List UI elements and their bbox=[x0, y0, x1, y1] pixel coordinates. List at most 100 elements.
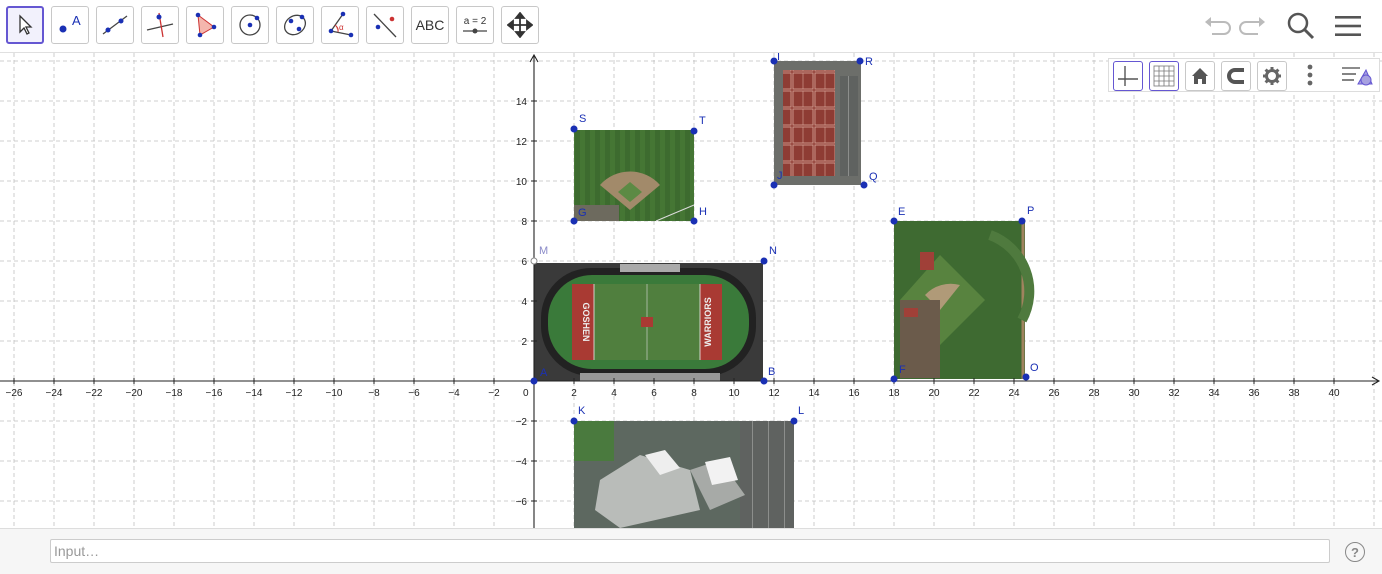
school-building-image[interactable] bbox=[574, 421, 794, 528]
main-menu-button[interactable] bbox=[1332, 10, 1364, 42]
text-tool-label: ABC bbox=[415, 17, 445, 33]
slider-tool-button[interactable]: a = 2 bbox=[456, 6, 494, 44]
ellipse-icon bbox=[283, 14, 307, 36]
undo-button[interactable] bbox=[1201, 10, 1233, 42]
point-s[interactable] bbox=[570, 125, 578, 133]
point-label-p: P bbox=[1027, 205, 1034, 217]
x-tick-label: −24 bbox=[46, 388, 63, 399]
coordinate-plane[interactable]: GOSHEN WARRIORS −26 −24 −22 −20 −18 −16 … bbox=[0, 53, 1382, 528]
x-tick-label: 30 bbox=[1128, 388, 1140, 399]
point-j[interactable] bbox=[770, 181, 778, 189]
point-label-s: S bbox=[579, 113, 586, 125]
point-tool-button[interactable]: A bbox=[51, 6, 89, 44]
search-icon bbox=[1287, 12, 1315, 40]
perpendicular-line-tool-button[interactable] bbox=[141, 6, 179, 44]
point-r[interactable] bbox=[856, 57, 864, 65]
polygon-tool-button[interactable] bbox=[186, 6, 224, 44]
point-e[interactable] bbox=[890, 217, 898, 225]
redo-button[interactable] bbox=[1237, 10, 1269, 42]
point-p[interactable] bbox=[1018, 217, 1026, 225]
angle-icon: α bbox=[328, 11, 354, 38]
point-capturing-button[interactable] bbox=[1221, 61, 1251, 91]
help-button[interactable]: ? bbox=[1345, 542, 1365, 562]
ellipse-tool-button[interactable] bbox=[276, 6, 314, 44]
axes-icon bbox=[1118, 66, 1138, 86]
y-tick-label: −6 bbox=[516, 497, 528, 508]
football-stadium-image[interactable]: GOSHEN WARRIORS bbox=[534, 263, 763, 381]
point-f[interactable] bbox=[890, 375, 898, 383]
y-tick-label: −4 bbox=[516, 457, 528, 468]
input-field[interactable] bbox=[50, 539, 1330, 563]
y-tick-label: 14 bbox=[516, 97, 528, 108]
x-tick-label: −2 bbox=[488, 388, 500, 399]
x-tick-label: 28 bbox=[1088, 388, 1100, 399]
settings-button[interactable] bbox=[1257, 61, 1287, 91]
point-o[interactable] bbox=[1022, 373, 1030, 381]
point-label-b: B bbox=[768, 366, 775, 378]
baseball-field-image[interactable] bbox=[574, 130, 695, 222]
point-k[interactable] bbox=[570, 417, 578, 425]
x-tick-label: 24 bbox=[1008, 388, 1020, 399]
style-bar-toggle-button[interactable] bbox=[1339, 59, 1375, 91]
style-bar-icon bbox=[1342, 67, 1373, 86]
point-label-l: L bbox=[798, 405, 804, 417]
move-tool-button[interactable] bbox=[6, 6, 44, 44]
x-tick-label: 20 bbox=[928, 388, 940, 399]
y-tick-label: −2 bbox=[516, 417, 528, 428]
y-tick-label: 8 bbox=[521, 217, 527, 228]
x-tick-label: −26 bbox=[6, 388, 23, 399]
point-t[interactable] bbox=[690, 127, 698, 135]
line-icon bbox=[102, 15, 128, 35]
point-label-e: E bbox=[898, 206, 905, 218]
x-tick-label: 14 bbox=[808, 388, 820, 399]
text-tool-button[interactable]: ABC bbox=[411, 6, 449, 44]
x-tick-label: 0 bbox=[523, 388, 529, 399]
more-options-button[interactable] bbox=[1295, 59, 1325, 91]
slider-tool-label: a = 2 bbox=[463, 15, 487, 27]
hamburger-menu-icon bbox=[1335, 16, 1361, 36]
point-a[interactable] bbox=[530, 377, 538, 385]
standard-view-button[interactable] bbox=[1185, 61, 1215, 91]
axes-toggle-button[interactable] bbox=[1113, 61, 1143, 91]
point-n[interactable] bbox=[760, 257, 768, 265]
point-g[interactable] bbox=[570, 217, 578, 225]
point-icon: A bbox=[59, 13, 81, 33]
x-tick-label: 18 bbox=[888, 388, 900, 399]
search-button[interactable] bbox=[1285, 10, 1317, 42]
point-m[interactable] bbox=[530, 257, 538, 265]
graphics-view[interactable]: GOSHEN WARRIORS −26 −24 −22 −20 −18 −16 … bbox=[0, 53, 1382, 528]
point-label-o: O bbox=[1030, 362, 1039, 374]
undo-icon bbox=[1205, 17, 1231, 35]
x-tick-label: −16 bbox=[206, 388, 223, 399]
point-q[interactable] bbox=[860, 181, 868, 189]
point-l[interactable] bbox=[790, 417, 798, 425]
point-h[interactable] bbox=[690, 217, 698, 225]
x-tick-label: −8 bbox=[368, 388, 380, 399]
tennis-courts-image[interactable] bbox=[774, 61, 861, 185]
reflect-icon bbox=[373, 13, 397, 38]
pointer-icon bbox=[19, 14, 33, 35]
point-b[interactable] bbox=[760, 377, 768, 385]
athletic-field-image[interactable] bbox=[894, 221, 1035, 379]
x-tick-label: 6 bbox=[651, 388, 657, 399]
x-tick-label: 2 bbox=[571, 388, 577, 399]
x-tick-label: −12 bbox=[286, 388, 303, 399]
redo-icon bbox=[1239, 17, 1265, 35]
main-toolbar: A α ABC a = 2 bbox=[0, 0, 1382, 53]
point-label-k: K bbox=[578, 405, 586, 417]
algebra-input-bar: ? bbox=[0, 528, 1382, 574]
grid-icon bbox=[1153, 65, 1175, 87]
circle-tool-button[interactable] bbox=[231, 6, 269, 44]
angle-tool-button[interactable]: α bbox=[321, 6, 359, 44]
football-endzone-right-text: WARRIORS bbox=[703, 297, 713, 347]
point-label-a: A bbox=[540, 367, 548, 379]
x-tick-label: −4 bbox=[448, 388, 460, 399]
aerial-images: GOSHEN WARRIORS bbox=[534, 61, 1035, 528]
magnet-icon bbox=[1227, 68, 1244, 84]
move-graphics-view-tool-button[interactable] bbox=[501, 6, 539, 44]
football-endzone-left-text: GOSHEN bbox=[581, 302, 591, 341]
grid-toggle-button[interactable] bbox=[1149, 61, 1179, 91]
line-tool-button[interactable] bbox=[96, 6, 134, 44]
reflect-tool-button[interactable] bbox=[366, 6, 404, 44]
point-label-t: T bbox=[699, 115, 706, 127]
